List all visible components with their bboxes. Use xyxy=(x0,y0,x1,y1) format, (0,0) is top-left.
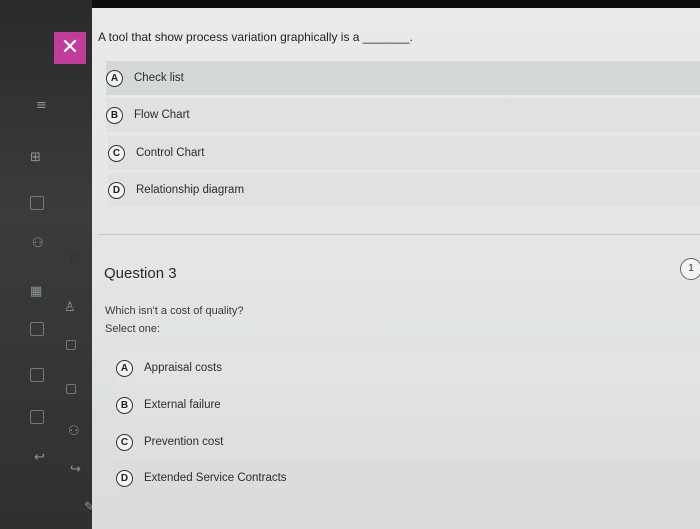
option-letter: B xyxy=(106,106,123,124)
chat-icon[interactable] xyxy=(30,410,44,424)
list-icon[interactable] xyxy=(30,368,44,382)
question1-option-b[interactable]: B Flow Chart xyxy=(106,98,700,132)
question1-option-a[interactable]: A Check list xyxy=(106,61,700,95)
question1-option-c[interactable]: C Control Chart xyxy=(108,136,700,170)
option-letter: D xyxy=(108,181,125,199)
option-label: Control Chart xyxy=(136,147,205,159)
question1-text: A tool that show process variation graph… xyxy=(98,30,413,44)
question3-instruction: Select one: xyxy=(105,323,161,335)
option-letter: C xyxy=(116,433,133,451)
question1-option-d[interactable]: D Relationship diagram xyxy=(108,173,700,207)
option-label: Extended Service Contracts xyxy=(144,472,287,484)
question3-option-b[interactable]: B External failure xyxy=(116,388,700,422)
question3-option-c[interactable]: C Prevention cost xyxy=(116,425,700,459)
mail-icon[interactable] xyxy=(30,322,44,336)
question3-title: Question 3 xyxy=(104,265,177,282)
person-icon[interactable]: ♙ xyxy=(64,300,76,315)
option-letter: A xyxy=(116,359,133,377)
menu-icon[interactable]: ≡ xyxy=(36,98,47,113)
option-letter: C xyxy=(108,144,125,162)
arrow-back-icon[interactable]: ↩ xyxy=(34,450,45,465)
option-label: External failure xyxy=(144,399,221,411)
question-status-marker: D xyxy=(70,250,79,264)
question3-option-a[interactable]: A Appraisal costs xyxy=(116,351,700,385)
section-divider xyxy=(98,234,700,235)
option-label: Check list xyxy=(134,72,184,84)
sub-users-icon[interactable]: ⚇ xyxy=(68,424,80,439)
users-icon[interactable]: ⚇ xyxy=(32,236,44,251)
option-letter: B xyxy=(116,396,133,414)
close-button[interactable]: ✕ xyxy=(54,32,86,64)
grid-icon[interactable]: ⊞ xyxy=(30,150,41,165)
option-label: Flow Chart xyxy=(134,109,190,121)
screen-top-edge xyxy=(0,0,700,8)
left-toolbar: ≡ ⊞ ⚇ ▦ ↩ ♙ ⚇ ↪ ✎ xyxy=(0,0,95,529)
calendar-icon[interactable]: ▦ xyxy=(30,284,42,299)
option-label: Appraisal costs xyxy=(144,362,222,374)
quiz-content: A tool that show process variation graph… xyxy=(92,8,700,529)
question3-text: Which isn't a cost of quality? xyxy=(105,305,244,317)
option-letter: A xyxy=(106,69,123,87)
sub-menu-icon[interactable] xyxy=(66,340,76,350)
option-label: Relationship diagram xyxy=(136,184,245,196)
document-icon[interactable] xyxy=(30,196,44,210)
page-badge[interactable]: 1 xyxy=(680,258,700,280)
option-label: Prevention cost xyxy=(144,436,224,448)
sub-forward-icon[interactable]: ↪ xyxy=(70,462,81,477)
option-letter: D xyxy=(116,469,133,487)
sub-list-icon[interactable] xyxy=(66,384,76,394)
question3-option-d[interactable]: D Extended Service Contracts xyxy=(116,461,700,495)
